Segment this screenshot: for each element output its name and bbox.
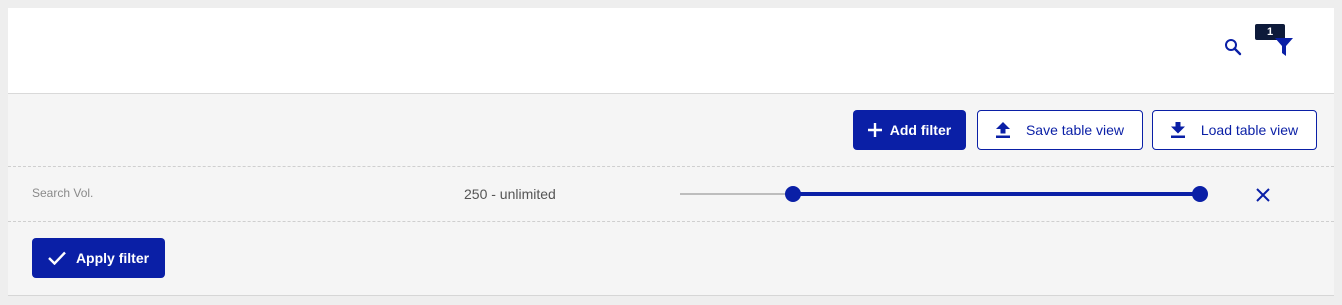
filter-toggle-button[interactable]: 1 (1255, 24, 1300, 60)
search-icon (1225, 39, 1242, 56)
plus-icon (867, 123, 882, 137)
filter-panel: 1 Add filter Save table view Load table … (8, 8, 1334, 296)
filter-range-value: 250 - unlimited (464, 186, 556, 202)
close-icon (1256, 188, 1270, 202)
filter-label: Search Vol. (32, 186, 94, 200)
save-table-view-label: Save table view (1025, 122, 1125, 138)
load-table-view-button[interactable]: Load table view (1152, 110, 1317, 150)
add-filter-button[interactable]: Add filter (853, 110, 966, 150)
filter-row: Search Vol. 250 - unlimited (8, 167, 1334, 222)
slider-selected-range (793, 192, 1200, 196)
slider-min-handle[interactable] (785, 186, 802, 202)
save-table-view-button[interactable]: Save table view (977, 110, 1143, 150)
search-button[interactable] (1220, 34, 1246, 60)
download-icon (1170, 122, 1185, 138)
funnel-icon (1275, 38, 1293, 56)
checkmark-icon (48, 251, 66, 265)
add-filter-label: Add filter (889, 122, 952, 138)
remove-filter-button[interactable] (1252, 184, 1274, 206)
top-bar: 1 (8, 8, 1334, 94)
slider-max-handle[interactable] (1192, 186, 1208, 202)
upload-icon (995, 122, 1010, 138)
range-slider[interactable] (680, 184, 1210, 204)
apply-filter-label: Apply filter (75, 250, 150, 266)
apply-filter-button[interactable]: Apply filter (32, 238, 165, 278)
filter-toolbar: Add filter Save table view Load table vi… (8, 94, 1334, 167)
load-table-view-label: Load table view (1200, 122, 1299, 138)
